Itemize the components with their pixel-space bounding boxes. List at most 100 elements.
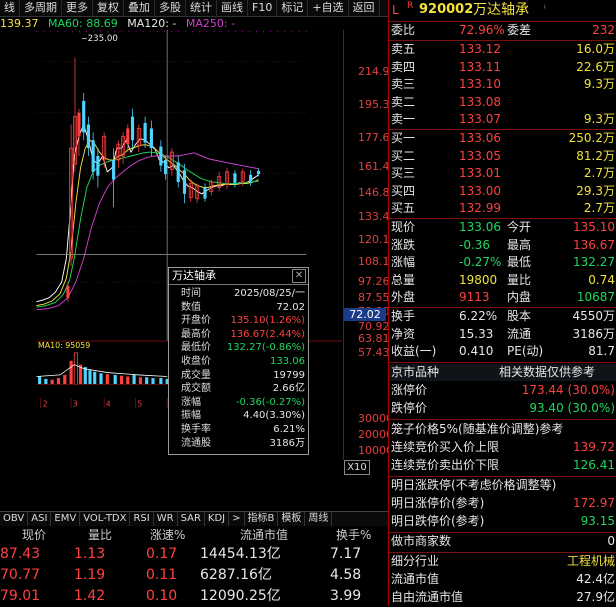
book-price[interactable]: 133.06 xyxy=(459,130,501,147)
table-cell: 7.17 xyxy=(330,546,362,562)
table-cell[interactable]: 70.77 xyxy=(0,565,40,586)
table-cell[interactable]: 87.43 xyxy=(0,544,40,565)
cage-row: 笼子价格5%(随基准价调整)参考 xyxy=(391,422,564,436)
book-label: 买一 xyxy=(391,131,416,145)
candle xyxy=(82,100,86,133)
quote-value: 132.27 xyxy=(573,255,615,270)
indicator-tab[interactable]: 指标B xyxy=(245,512,279,526)
candle xyxy=(126,128,130,145)
table-header[interactable]: 现价 xyxy=(22,526,46,544)
table-cell: 4.58 xyxy=(330,567,362,583)
quote-value: 19800 xyxy=(459,272,498,287)
table-cell: 3.99 xyxy=(330,588,362,604)
float-cap-row: 流通市值 42.4亿 xyxy=(391,572,615,586)
indicator-tab[interactable]: RSI xyxy=(130,512,154,526)
toolbar-item[interactable]: 返回 xyxy=(349,0,380,16)
buy-row: 买五 132.99 2.7万 xyxy=(389,200,616,217)
quote-value: 9113 xyxy=(459,290,490,305)
ma250-label: MA250: - xyxy=(185,17,236,30)
book-label: 买四 xyxy=(391,183,416,198)
popup-row: 收盘价 133.06 xyxy=(169,356,308,367)
ytick: 57.43 xyxy=(358,346,390,359)
indicator-tab[interactable]: 周线 xyxy=(305,512,333,526)
toolbar-item[interactable]: 多周期 xyxy=(20,0,62,16)
sell-row: 卖二 133.08 xyxy=(389,94,616,111)
kline-info-popup: 万达轴承 ✕ 时间 2025/08/25/一 数值 72.02 开盘价 135.10(1.… xyxy=(168,267,309,455)
table-header[interactable]: 涨速% xyxy=(150,526,185,544)
table-header[interactable]: 量比 xyxy=(88,526,112,544)
sell-row: 卖一 133.07 9.3万 xyxy=(389,111,616,128)
popup-row: 数值 72.02 xyxy=(169,302,308,313)
toolbar-item[interactable]: 多股 xyxy=(155,0,186,16)
candle xyxy=(91,140,95,172)
stats-row: 换手 6.22% 股本 4550万 xyxy=(389,308,616,325)
table-cell: 1.19 xyxy=(74,567,106,583)
x10-button[interactable]: X10 xyxy=(344,460,370,475)
table-header[interactable]: 换手% xyxy=(336,526,371,544)
book-price[interactable]: 133.12 xyxy=(459,41,501,58)
popup-value: 133.06 xyxy=(270,356,305,367)
toolbar-item[interactable]: 标记 xyxy=(277,0,309,16)
table-cell: 0.11 xyxy=(146,567,178,583)
toolbar-item[interactable]: 画线 xyxy=(217,0,248,16)
toolbar-item[interactable]: 叠加 xyxy=(124,0,155,16)
indicator-tab[interactable]: > xyxy=(229,512,245,526)
indicator-tab[interactable]: SAR xyxy=(178,512,205,526)
indicator-tab[interactable]: KDJ xyxy=(205,512,230,526)
table-header[interactable]: 流通市值 xyxy=(240,526,288,544)
book-price[interactable]: 133.11 xyxy=(459,59,501,76)
book-price[interactable]: 133.05 xyxy=(459,148,501,165)
toolbar-item[interactable]: 线 xyxy=(0,0,20,16)
stats-value: 6.22% xyxy=(459,309,498,323)
ytick: 97.26 xyxy=(358,275,390,288)
book-price[interactable]: 133.10 xyxy=(459,76,501,93)
quote-label: 量比 xyxy=(507,272,532,287)
book-price[interactable]: 133.01 xyxy=(459,165,501,182)
indicator-tab[interactable]: EMV xyxy=(51,512,81,526)
book-price[interactable]: 133.07 xyxy=(459,111,501,128)
toolbar-item[interactable]: 更多 xyxy=(62,0,93,16)
toolbar-item[interactable]: F10 xyxy=(248,0,278,16)
popup-value: 136.67(2.44%) xyxy=(230,328,305,340)
indicator-tab[interactable]: 模板 xyxy=(278,512,306,526)
quote-row: 现价 133.06 今开 135.10 xyxy=(389,219,616,236)
toolbar-item[interactable]: 统计 xyxy=(186,0,217,16)
popup-label: 振幅 xyxy=(181,410,201,422)
industry-link[interactable]: 工程机械 xyxy=(567,553,615,570)
info-icon[interactable]: ⁱ xyxy=(544,0,546,20)
quote-value: -0.36 xyxy=(459,237,491,252)
ytick: 161.4 xyxy=(358,160,390,173)
popup-label: 流通股 xyxy=(181,437,211,449)
stock-header: L R 920002 万达轴承 ⁱ xyxy=(389,0,616,20)
indicator-tab[interactable]: WR xyxy=(154,512,178,526)
book-label: 卖四 xyxy=(391,59,416,74)
popup-row: 成交额 2.66亿 xyxy=(169,383,308,394)
book-label: 买五 xyxy=(391,201,416,216)
candle xyxy=(77,112,81,137)
book-vol: 81.2万 xyxy=(576,148,615,163)
quote-panel: L R 920002 万达轴承 ⁱ 委比 72.96% 委差 232 卖五 133… xyxy=(388,0,616,606)
book-price[interactable]: 133.00 xyxy=(459,183,501,200)
book-label: 卖一 xyxy=(391,112,416,127)
table-cell[interactable]: 79.01 xyxy=(0,586,40,607)
indicator-tab[interactable]: VOL-TDX xyxy=(80,512,131,526)
table-cell: 0.17 xyxy=(146,546,178,562)
popup-label: 涨幅 xyxy=(181,396,201,408)
stats-label: 股本 xyxy=(507,309,532,323)
close-icon[interactable]: ✕ xyxy=(292,269,306,283)
ytick: 120.1 xyxy=(358,233,390,246)
ytick: 63.81 xyxy=(358,332,390,345)
market-maker-row: 做市商家数 0 xyxy=(391,534,615,548)
toolbar-item[interactable]: 复权 xyxy=(93,0,124,16)
table-cell: 6287.16亿 xyxy=(200,567,272,583)
indicator-tab[interactable]: OBV xyxy=(0,512,29,526)
quote-value: 0.74 xyxy=(588,272,615,287)
toolbar-item[interactable]: +自选 xyxy=(308,0,349,16)
book-price[interactable]: 133.08 xyxy=(459,94,501,111)
quote-label: 涨跌 xyxy=(391,237,416,252)
indicator-tab[interactable]: ASI xyxy=(28,512,52,526)
popup-row: 时间 2025/08/25/一 xyxy=(169,288,308,299)
cage-buy-row: 连续竞价买入价上限 139.72 xyxy=(391,440,615,454)
book-price[interactable]: 132.99 xyxy=(459,200,501,217)
popup-value: 72.02 xyxy=(276,301,305,313)
